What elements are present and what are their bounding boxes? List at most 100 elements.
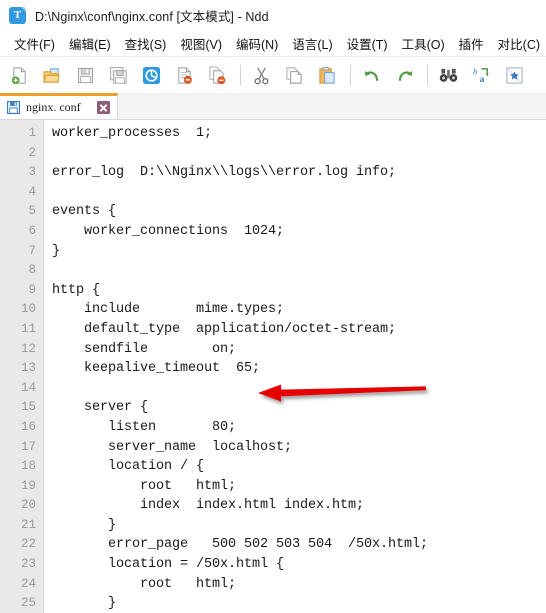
code-line: root html;	[52, 478, 237, 494]
svg-text:b: b	[473, 66, 478, 76]
menu-language[interactable]: 语言(L)	[285, 31, 339, 56]
bookmark-button[interactable]	[501, 62, 528, 89]
code-line: worker_connections 1024;	[52, 223, 285, 239]
line-number: 12	[20, 341, 36, 356]
line-number: 21	[20, 517, 36, 532]
tab-nginx-conf[interactable]: nginx. conf	[0, 93, 118, 119]
code-line: server {	[52, 400, 149, 416]
menu-settings[interactable]: 设置(T)	[340, 31, 395, 56]
line-number: 7	[28, 243, 36, 258]
menu-compare[interactable]: 对比(C)	[491, 31, 546, 56]
menu-plugins[interactable]: 插件	[452, 31, 491, 56]
line-number: 6	[28, 223, 36, 238]
close-all-files-button[interactable]	[204, 62, 231, 89]
tab-strip: nginx. conf	[0, 93, 546, 120]
new-file-icon	[11, 66, 26, 84]
find-button[interactable]	[435, 62, 462, 89]
menu-view[interactable]: 视图(V)	[173, 31, 229, 56]
copy-icon	[286, 66, 302, 84]
save-as-button[interactable]	[138, 62, 165, 89]
replace-button[interactable]: b a	[468, 62, 495, 89]
line-number: 25	[20, 596, 36, 611]
save-all-icon	[109, 66, 127, 84]
code-line-listen: listen 80;	[52, 419, 237, 435]
code-line: include mime.types;	[52, 302, 285, 318]
editor-area[interactable]: 1 2 3 4 5 6 7 8 9 10 11 12 13 14 15 16 1…	[0, 120, 546, 613]
save-icon	[77, 67, 94, 83]
menu-tools[interactable]: 工具(O)	[395, 31, 452, 56]
line-number: 8	[28, 263, 36, 278]
code-line: server_name localhost;	[52, 439, 293, 455]
open-file-icon	[43, 67, 60, 83]
paste-button[interactable]	[314, 62, 341, 89]
menu-file[interactable]: 文件(F)	[7, 31, 62, 56]
code-line: default_type application/octet-stream;	[52, 321, 397, 337]
bookmark-icon	[506, 66, 523, 84]
line-number: 9	[28, 282, 36, 297]
svg-text:a: a	[480, 75, 485, 85]
tab-label: nginx. conf	[26, 100, 81, 114]
window-title: D:\Nginx\conf\nginx.conf [文本模式] - Ndd	[35, 9, 269, 24]
menu-edit[interactable]: 编辑(E)	[62, 31, 118, 56]
line-number: 3	[28, 165, 36, 180]
copy-button[interactable]	[281, 62, 308, 89]
open-file-button[interactable]	[39, 62, 66, 89]
line-number: 2	[28, 145, 36, 160]
toolbar-separator-3	[427, 65, 428, 85]
code-line: }	[52, 243, 61, 259]
line-number: 18	[20, 459, 36, 474]
line-number: 1	[28, 126, 36, 140]
close-tab-icon[interactable]	[97, 101, 110, 114]
cut-button[interactable]	[248, 62, 275, 89]
toolbar: b a	[0, 57, 546, 94]
close-all-files-icon	[209, 65, 226, 84]
find-icon	[439, 68, 458, 82]
ndd-text-editor-window: T D:\Nginx\conf\nginx.conf [文本模式] - Ndd …	[0, 0, 546, 613]
title-bar: T D:\Nginx\conf\nginx.conf [文本模式] - Ndd	[0, 0, 546, 30]
redo-button[interactable]	[391, 62, 418, 89]
menu-search[interactable]: 查找(S)	[118, 31, 174, 56]
undo-button[interactable]	[358, 62, 385, 89]
menu-encoding[interactable]: 编码(N)	[229, 31, 285, 56]
line-number: 5	[28, 204, 36, 219]
floppy-save-icon	[6, 100, 21, 115]
line-number-gutter: 1 2 3 4 5 6 7 8 9 10 11 12 13 14 15 16 1…	[0, 120, 44, 613]
code-line: index index.html index.htm;	[52, 498, 365, 514]
line-number: 13	[20, 361, 36, 376]
close-file-icon	[178, 66, 192, 84]
line-number: 15	[20, 400, 36, 415]
toolbar-separator-1	[240, 65, 241, 85]
line-number: 16	[20, 419, 36, 434]
line-number: 24	[20, 576, 36, 591]
line-number: 22	[20, 537, 36, 552]
code-line: worker_processes 1;	[52, 126, 213, 141]
line-number: 14	[20, 380, 36, 395]
line-number: 4	[28, 184, 36, 199]
new-file-button[interactable]	[6, 62, 33, 89]
line-number: 10	[20, 302, 36, 317]
code-line: keepalive_timeout 65;	[52, 361, 261, 377]
code-line: events {	[52, 204, 117, 220]
cut-icon	[254, 67, 269, 84]
code-content[interactable]: worker_processes 1; error_log D:\\Nginx\…	[44, 120, 546, 613]
toolbar-separator-2	[350, 65, 351, 85]
save-button[interactable]	[72, 62, 99, 89]
code-line: http {	[52, 282, 101, 298]
code-line: }	[52, 517, 117, 533]
save-all-button[interactable]	[105, 62, 132, 89]
menu-bar: 文件(F) 编辑(E) 查找(S) 视图(V) 编码(N) 语言(L) 设置(T…	[0, 30, 546, 57]
code-line: root html;	[52, 576, 237, 592]
line-number: 20	[20, 498, 36, 513]
code-line: error_page 500 502 503 504 /50x.html;	[52, 537, 429, 553]
close-file-button[interactable]	[171, 62, 198, 89]
line-number: 19	[20, 478, 36, 493]
undo-icon	[364, 71, 378, 82]
code-line: sendfile on;	[52, 341, 237, 357]
code-line: }	[52, 596, 117, 612]
paste-icon	[319, 66, 335, 84]
redo-icon	[398, 71, 412, 82]
